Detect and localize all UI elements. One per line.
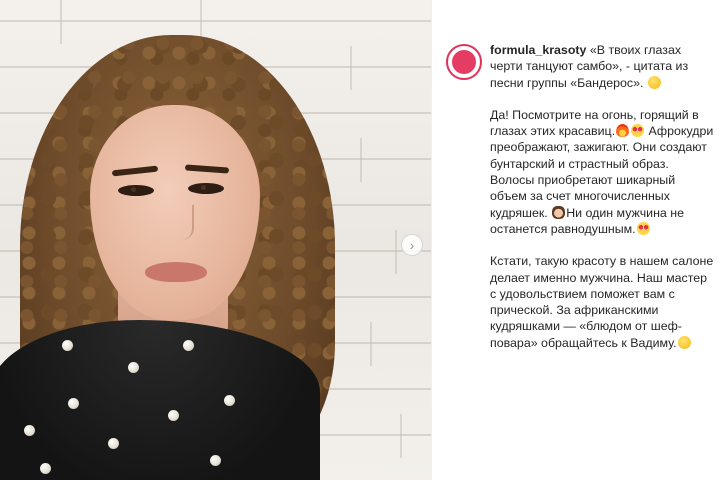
pearl [183, 340, 194, 351]
brick-seam [395, 230, 397, 274]
brick-seam [60, 0, 62, 44]
brick-seam [350, 46, 352, 90]
brick-seam [360, 138, 362, 182]
pearl [168, 410, 179, 421]
black-sweater [0, 320, 320, 480]
fire-icon [616, 124, 630, 138]
username-link[interactable]: formula_krasoty [490, 43, 586, 57]
woman-icon [552, 205, 566, 219]
left-eye [118, 185, 154, 196]
smiling-face-icon [677, 335, 691, 349]
heart-eyes-icon [636, 221, 650, 235]
pearl [210, 455, 221, 466]
nose [170, 205, 194, 240]
lips [145, 262, 207, 282]
pearl [62, 340, 73, 351]
pearl [24, 425, 35, 436]
avatar[interactable] [446, 44, 482, 80]
brick-seam [400, 414, 402, 458]
brick-seam [370, 322, 372, 366]
caption-panel: formula_krasoty «В твоих глазах черти та… [432, 0, 720, 480]
caption-paragraph: formula_krasoty «В твоих глазах черти та… [490, 42, 714, 91]
pearl [128, 362, 139, 373]
post-photo[interactable]: › [0, 0, 431, 480]
caption-paragraph: Кстати, такую красоту в нашем салоне дел… [490, 253, 714, 351]
caption-paragraph: Да! Посмотрите на огонь, горящий в глаза… [490, 107, 714, 237]
chevron-right-icon: › [409, 237, 415, 253]
pearl [68, 398, 79, 409]
instagram-post: › formula_krasoty «В твоих глазах черти … [0, 0, 720, 480]
pearl [40, 463, 51, 474]
caption-text: Кстати, такую красоту в нашем салоне дел… [490, 254, 714, 350]
pearl [108, 438, 119, 449]
heart-eyes-icon [631, 124, 645, 138]
right-eye [188, 183, 224, 194]
grinning-face-icon [647, 75, 661, 89]
brand-logo [452, 50, 476, 74]
carousel-next-button[interactable]: › [401, 234, 423, 256]
post-caption: formula_krasoty «В твоих глазах черти та… [490, 42, 714, 367]
pearl [224, 395, 235, 406]
